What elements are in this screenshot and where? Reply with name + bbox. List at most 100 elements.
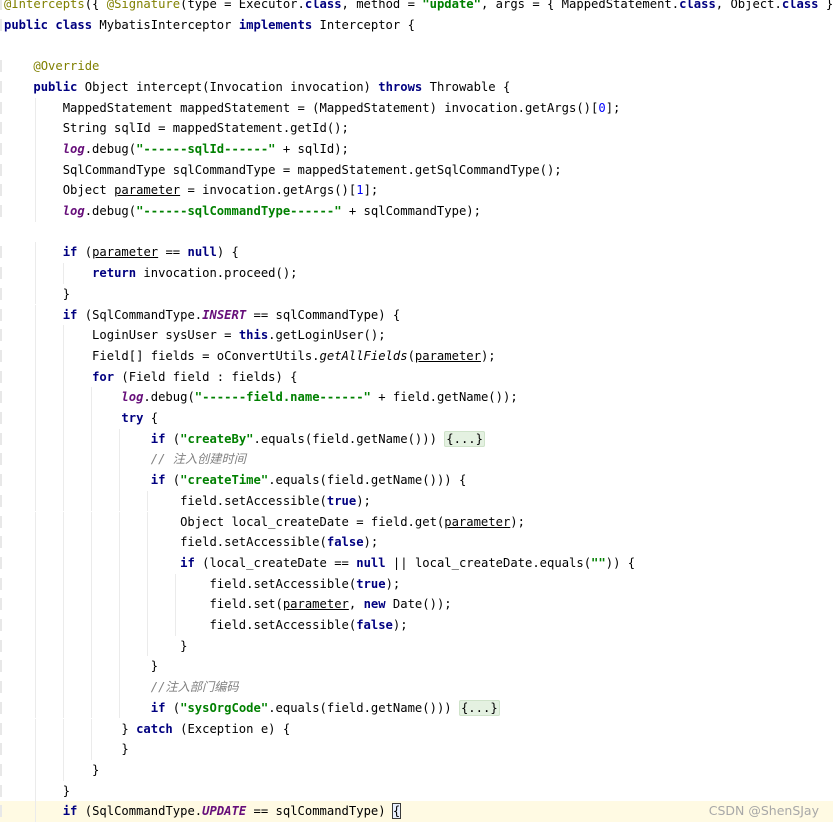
code-line[interactable]: field.setAccessible(true); <box>0 490 833 512</box>
code-text: if (local_createDate == null || local_cr… <box>180 555 636 570</box>
code-line[interactable]: log.debug("------field.name------" + fie… <box>0 387 833 408</box>
gutter-marker <box>0 412 2 424</box>
code-line[interactable]: SqlCommandType sqlCommandType = mappedSt… <box>0 159 833 181</box>
gutter-marker <box>0 329 2 342</box>
code-text: @Intercepts({ @Signature(type = Executor… <box>4 0 833 11</box>
code-text: if ("createBy".equals(field.getName())) … <box>150 430 485 447</box>
code-line[interactable]: LoginUser sysUser = this.getLoginUser(); <box>0 325 833 346</box>
gutter-marker <box>0 577 2 590</box>
watermark: CSDN @ShenSJay <box>708 803 819 818</box>
gutter-marker <box>0 370 2 383</box>
code-text: } <box>4 638 188 653</box>
code-line[interactable]: @Intercepts({ @Signature(type = Executor… <box>0 0 833 15</box>
code-text: log.debug("------field.name------" + fie… <box>121 390 518 405</box>
gutter-marker <box>0 122 2 135</box>
code-text: log.debug("------sqlId------" + sqlId); <box>62 141 349 156</box>
code-text: Field[] fields = oConvertUtils.getAllFie… <box>4 348 496 363</box>
gutter-marker <box>0 142 2 155</box>
code-line[interactable]: if ("createTime".equals(field.getName())… <box>0 470 833 491</box>
code-line[interactable]: String sqlId = mappedStatement.getId(); <box>0 118 833 139</box>
code-text: for (Field field : fields) { <box>92 369 298 384</box>
gutter-marker <box>0 556 2 569</box>
gutter-marker <box>0 598 2 611</box>
gutter-marker <box>0 722 2 735</box>
code-line[interactable]: if ("createBy".equals(field.getName())) … <box>0 428 833 450</box>
code-text: Object local_createDate = field.get(para… <box>4 514 525 529</box>
code-line[interactable]: log.debug("------sqlId------" + sqlId); <box>0 138 833 160</box>
code-line[interactable]: Object parameter = invocation.getArgs()[… <box>0 180 833 201</box>
code-line[interactable]: if ("sysOrgCode".equals(field.getName())… <box>0 697 833 719</box>
gutter-marker <box>0 660 2 673</box>
gutter-marker <box>0 743 2 756</box>
code-text: if (SqlCommandType.INSERT == sqlCommandT… <box>62 307 401 322</box>
code-line[interactable]: log.debug("------sqlCommandType------" +… <box>0 201 833 222</box>
code-line[interactable]: if (local_createDate == null || local_cr… <box>0 552 833 574</box>
code-line[interactable]: @Override <box>0 56 833 77</box>
gutter-marker <box>0 101 2 114</box>
code-text: //注入部门编码 <box>150 680 239 695</box>
code-text: field.setAccessible(true); <box>4 493 371 508</box>
code-line[interactable]: } <box>0 283 833 305</box>
code-text: public class MybatisInterceptor implemen… <box>4 17 415 32</box>
code-line[interactable] <box>0 35 833 56</box>
code-line[interactable]: } <box>0 759 833 781</box>
code-line[interactable]: if (SqlCommandType.INSERT == sqlCommandT… <box>0 304 833 326</box>
code-text: String sqlId = mappedStatement.getId(); <box>4 121 349 136</box>
gutter-marker <box>0 639 2 652</box>
code-text: @Override <box>33 59 100 74</box>
code-text: } <box>4 659 159 674</box>
gutter-marker <box>0 246 2 259</box>
gutter-marker <box>0 205 2 217</box>
code-line[interactable]: Object local_createDate = field.get(para… <box>0 511 833 533</box>
code-text: field.set(parameter, new Date()); <box>4 597 452 612</box>
code-text: field.setAccessible(false); <box>4 618 408 632</box>
code-text: if (SqlCommandType.UPDATE == sqlCommandT… <box>62 803 402 820</box>
code-text: // 注入创建时间 <box>150 452 246 467</box>
code-line[interactable]: MappedStatement mappedStatement = (Mappe… <box>0 97 833 119</box>
code-editor[interactable]: @Intercepts({ @Signature(type = Executor… <box>0 0 833 826</box>
gutter-marker <box>0 391 2 404</box>
gutter-marker <box>0 474 2 487</box>
code-line[interactable]: field.setAccessible(true); <box>0 573 833 595</box>
code-line[interactable]: public Object intercept(Invocation invoc… <box>0 77 833 98</box>
code-line[interactable]: for (Field field : fields) { <box>0 366 833 388</box>
code-line[interactable]: } <box>0 780 833 802</box>
code-line[interactable]: // 注入创建时间 <box>0 449 833 471</box>
gutter-marker <box>0 184 2 197</box>
code-line[interactable]: try { <box>0 408 833 429</box>
gutter-marker <box>0 432 2 445</box>
code-line[interactable]: return invocation.proceed(); <box>0 263 833 284</box>
code-text: MappedStatement mappedStatement = (Mappe… <box>4 100 621 115</box>
gutter-marker <box>0 163 2 176</box>
gutter-marker <box>0 681 2 694</box>
code-line[interactable]: } <box>0 656 833 678</box>
gutter-marker <box>0 287 2 300</box>
gutter-marker <box>0 267 2 280</box>
gutter-marker <box>0 453 2 466</box>
code-line[interactable]: field.setAccessible(false); <box>0 532 833 553</box>
code-line[interactable]: } <box>0 739 833 760</box>
code-text: if ("createTime".equals(field.getName())… <box>150 473 467 488</box>
code-text: } <box>4 783 71 798</box>
gutter-marker <box>0 349 2 362</box>
code-line[interactable]: field.set(parameter, new Date()); <box>0 594 833 615</box>
code-text: return invocation.proceed(); <box>92 266 298 281</box>
code-text: } <box>4 286 71 301</box>
code-line[interactable]: public class MybatisInterceptor implemen… <box>0 15 833 36</box>
code-line[interactable]: if (parameter == null) { <box>0 242 833 264</box>
code-text: if ("sysOrgCode".equals(field.getName())… <box>150 699 500 716</box>
code-line[interactable]: } catch (Exception e) { <box>0 718 833 740</box>
code-line[interactable] <box>0 222 833 243</box>
code-line[interactable]: } <box>0 635 833 657</box>
gutter-marker <box>0 0 2 10</box>
code-line[interactable]: field.setAccessible(false); <box>0 615 833 636</box>
code-text: if (parameter == null) { <box>62 245 239 260</box>
code-line[interactable]: //注入部门编码 <box>0 677 833 698</box>
gutter-marker <box>0 763 2 776</box>
code-text: } <box>4 762 100 777</box>
gutter-marker <box>0 18 2 31</box>
code-text: SqlCommandType sqlCommandType = mappedSt… <box>4 162 562 177</box>
gutter-marker <box>0 701 2 714</box>
code-text: try { <box>121 411 159 425</box>
code-line[interactable]: Field[] fields = oConvertUtils.getAllFie… <box>0 345 833 367</box>
